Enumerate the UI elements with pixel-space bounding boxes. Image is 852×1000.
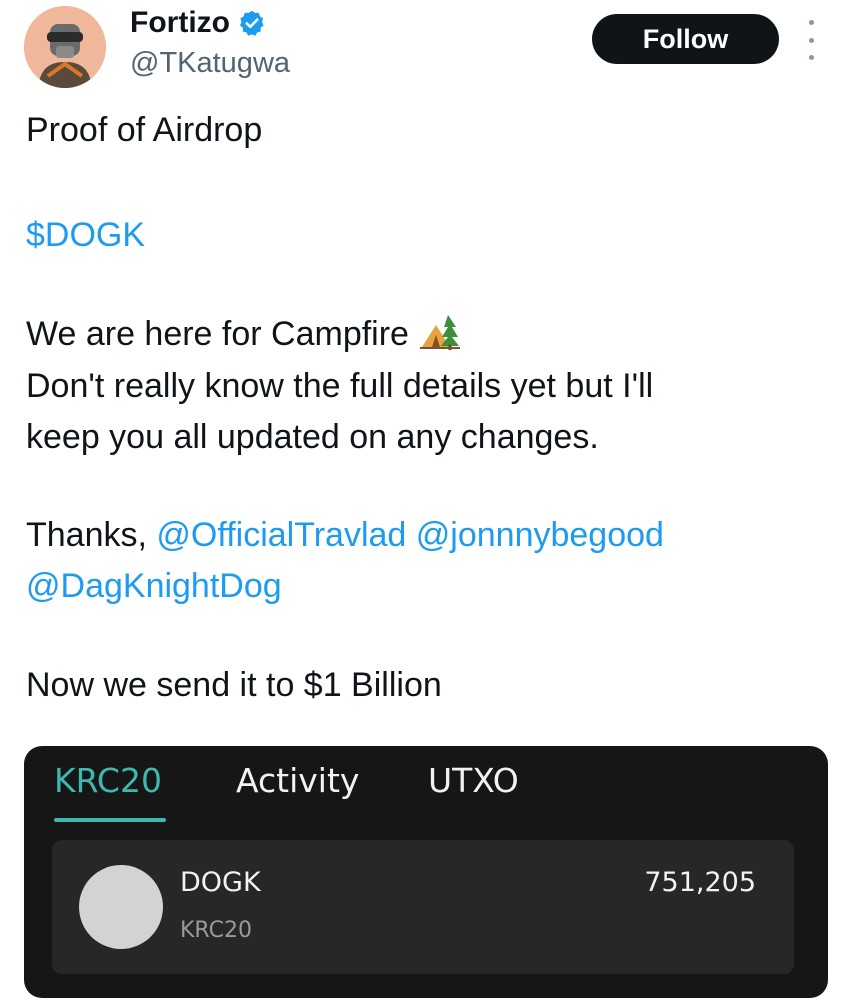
thanks-text: Thanks, <box>26 516 147 554</box>
tweet-line-4: Don't really know the full details yet b… <box>26 367 654 405</box>
tab-activity[interactable]: Activity <box>236 760 359 802</box>
author-display-name[interactable]: Fortizo <box>130 4 266 42</box>
tweet-line-3-text: We are here for Campfire <box>26 315 409 353</box>
tweet-line-5: keep you all updated on any changes. <box>26 418 599 456</box>
tweet-line-last: Now we send it to $1 Billion <box>26 666 442 704</box>
token-name: DOGK <box>180 867 261 898</box>
mention-jonnnybegood[interactable]: @jonnnybegood <box>416 516 664 554</box>
verified-badge-icon <box>239 10 264 36</box>
display-name-text: Fortizo <box>130 6 230 39</box>
author-handle[interactable]: @TKatugwa <box>130 44 290 82</box>
tab-utxo[interactable]: UTXO <box>428 760 519 802</box>
active-tab-indicator <box>54 818 166 822</box>
more-options-icon[interactable] <box>800 20 822 60</box>
tweet-thanks-line: Thanks, @OfficialTravlad @jonnnybegood <box>26 509 664 561</box>
token-balance: 751,205 <box>644 867 756 898</box>
follow-button[interactable]: Follow <box>592 14 779 64</box>
author-avatar[interactable] <box>24 6 106 88</box>
tab-krc20[interactable]: KRC20 <box>54 760 162 802</box>
token-icon <box>79 865 163 949</box>
mention-officialtravlad[interactable]: @OfficialTravlad <box>156 516 406 554</box>
token-standard: KRC20 <box>180 918 252 943</box>
campfire-emoji-icon <box>420 315 461 350</box>
mention-dagknightdog[interactable]: @DagKnightDog <box>26 560 282 612</box>
cashtag-link[interactable]: $DOGK <box>26 209 145 261</box>
tweet-line-3: We are here for Campfire <box>26 308 462 360</box>
attached-wallet-image[interactable]: KRC20 Activity UTXO DOGK KRC20 751,205 <box>24 746 828 998</box>
token-row[interactable]: DOGK KRC20 751,205 <box>52 840 794 974</box>
tweet-line-1: Proof of Airdrop <box>26 111 263 149</box>
